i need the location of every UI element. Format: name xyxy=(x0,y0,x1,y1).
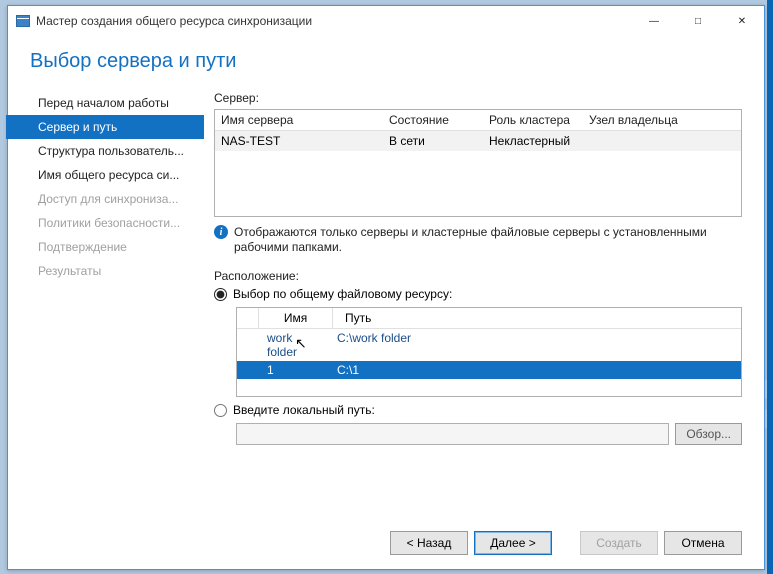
col-share-name[interactable]: Имя xyxy=(259,308,333,329)
wizard-steps: Перед началом работы Сервер и путь Струк… xyxy=(28,91,204,445)
step-confirmation: Подтверждение xyxy=(28,235,204,259)
minimize-button[interactable]: — xyxy=(632,6,676,36)
info-text: Отображаются только серверы и кластерные… xyxy=(234,225,742,255)
titlebar[interactable]: Мастер создания общего ресурса синхрониз… xyxy=(8,6,764,36)
share-row[interactable]: work folder C:\work folder xyxy=(237,329,741,361)
close-button[interactable]: ✕ xyxy=(720,6,764,36)
col-state[interactable]: Состояние xyxy=(383,110,483,130)
share-row[interactable]: 1 C:\1 xyxy=(237,361,741,379)
radio-by-share-input[interactable] xyxy=(214,288,227,301)
create-button: Создать xyxy=(580,531,658,555)
cell-owner xyxy=(583,131,741,151)
location-label: Расположение: xyxy=(214,269,742,283)
col-owner[interactable]: Узел владельца xyxy=(583,110,741,130)
server-table[interactable]: Имя сервера Состояние Роль кластера Узел… xyxy=(214,109,742,217)
maximize-button[interactable]: □ xyxy=(676,6,720,36)
browse-button: Обзор... xyxy=(675,423,742,445)
cell-share-name: work folder xyxy=(259,329,333,361)
window-title: Мастер создания общего ресурса синхрониз… xyxy=(36,14,632,28)
radio-local-path-label: Введите локальный путь: xyxy=(233,403,375,417)
step-before-you-begin[interactable]: Перед началом работы xyxy=(28,91,204,115)
step-security-policies: Политики безопасности... xyxy=(28,211,204,235)
cell-share-path: C:\work folder xyxy=(333,329,741,361)
page-heading: Выбор сервера и пути xyxy=(8,36,764,91)
cell-role: Некластерный xyxy=(483,131,583,151)
radio-local-path-input[interactable] xyxy=(214,404,227,417)
step-share-name[interactable]: Имя общего ресурса си... xyxy=(28,163,204,187)
step-sync-access: Доступ для синхрониза... xyxy=(28,187,204,211)
step-user-structure[interactable]: Структура пользователь... xyxy=(28,139,204,163)
next-button[interactable]: Далее > xyxy=(474,531,552,555)
local-path-input xyxy=(236,423,669,445)
app-icon xyxy=(16,15,30,27)
cell-share-name: 1 xyxy=(259,361,333,379)
cell-state: В сети xyxy=(383,131,483,151)
wizard-window: Мастер создания общего ресурса синхрониз… xyxy=(7,5,765,570)
cell-share-path: C:\1 xyxy=(333,361,741,379)
server-label: Сервер: xyxy=(214,91,742,105)
cell-server-name: NAS-TEST xyxy=(215,131,383,151)
col-server-name[interactable]: Имя сервера xyxy=(215,110,383,130)
col-share-path[interactable]: Путь xyxy=(333,308,741,329)
radio-by-share[interactable]: Выбор по общему файловому ресурсу: xyxy=(214,287,742,301)
cancel-button[interactable]: Отмена xyxy=(664,531,742,555)
step-server-and-path[interactable]: Сервер и путь xyxy=(6,115,204,139)
info-icon: i xyxy=(214,225,228,239)
step-results: Результаты xyxy=(28,259,204,283)
share-list[interactable]: Имя Путь work folder C:\work folder 1 C:… xyxy=(236,307,742,397)
server-row[interactable]: NAS-TEST В сети Некластерный xyxy=(215,131,741,151)
radio-by-share-label: Выбор по общему файловому ресурсу: xyxy=(233,287,452,301)
col-role[interactable]: Роль кластера xyxy=(483,110,583,130)
back-button[interactable]: < Назад xyxy=(390,531,468,555)
radio-local-path[interactable]: Введите локальный путь: xyxy=(214,403,742,417)
